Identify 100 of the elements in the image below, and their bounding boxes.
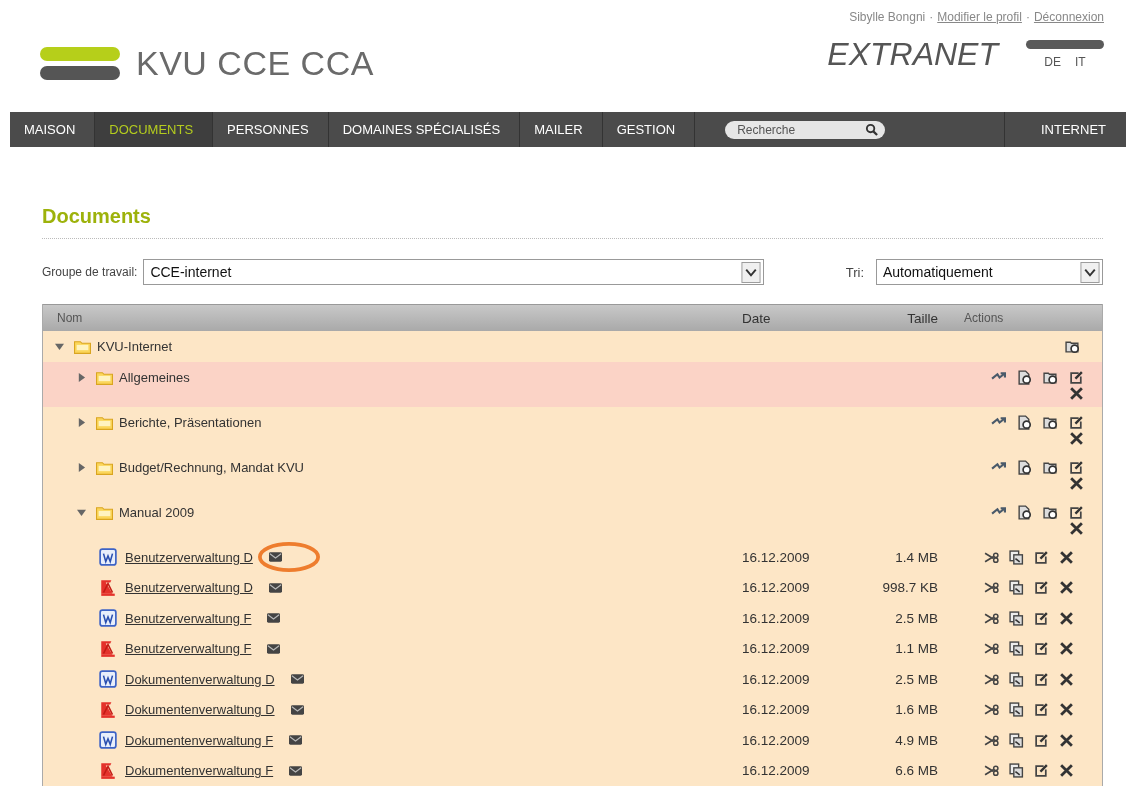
sort-dropdown[interactable]: Automatiquement bbox=[876, 259, 1103, 285]
language-link[interactable]: DE bbox=[1044, 55, 1061, 69]
copy-icon[interactable] bbox=[1009, 671, 1024, 687]
add-folder-icon[interactable] bbox=[1065, 339, 1080, 354]
folder-name[interactable]: Manual 2009 bbox=[119, 505, 195, 520]
edit-icon[interactable] bbox=[1034, 671, 1049, 687]
mail-icon[interactable] bbox=[289, 735, 303, 746]
copy-icon[interactable] bbox=[1009, 549, 1024, 565]
edit-icon[interactable] bbox=[1034, 732, 1049, 748]
delete-icon[interactable] bbox=[1069, 521, 1084, 536]
copy-icon[interactable] bbox=[1009, 641, 1024, 657]
folder-row[interactable]: Manual 2009 bbox=[43, 497, 1102, 542]
folder-name[interactable]: KVU-Internet bbox=[97, 339, 173, 354]
folder-name[interactable]: Budget/Rechnung, Mandat KVU bbox=[119, 460, 304, 475]
mail-icon[interactable] bbox=[290, 704, 304, 715]
document-link[interactable]: Dokumentenverwaltung F bbox=[125, 732, 274, 748]
nav-tab[interactable]: GESTION bbox=[602, 112, 696, 147]
document-row[interactable]: Benutzerverwaltung F 16.12.2009 1.1 MB bbox=[43, 633, 1102, 664]
delete-icon[interactable] bbox=[1059, 763, 1074, 779]
document-row[interactable]: Dokumentenverwaltung D 16.12.2009 2.5 MB bbox=[43, 664, 1102, 695]
copy-icon[interactable] bbox=[1009, 763, 1024, 779]
scissors-icon[interactable] bbox=[984, 732, 999, 748]
edit-icon[interactable] bbox=[1069, 505, 1084, 520]
nav-tab[interactable]: DOCUMENTS bbox=[95, 112, 214, 147]
edit-icon[interactable] bbox=[1034, 641, 1049, 657]
mail-icon[interactable] bbox=[268, 552, 282, 563]
document-row[interactable]: Benutzerverwaltung D 16.12.2009 998.7 KB bbox=[43, 572, 1102, 603]
folder-row[interactable]: KVU-Internet bbox=[43, 331, 1102, 362]
nav-tab[interactable]: PERSONNES bbox=[213, 112, 329, 147]
user-link[interactable]: Déconnexion bbox=[1033, 10, 1104, 24]
add-folder-icon[interactable] bbox=[1043, 460, 1058, 475]
user-link[interactable]: Modifier le profil bbox=[937, 10, 1022, 24]
scissors-icon[interactable] bbox=[984, 580, 999, 596]
copy-icon[interactable] bbox=[1009, 580, 1024, 596]
document-row[interactable]: Dokumentenverwaltung D 16.12.2009 1.6 MB bbox=[43, 694, 1102, 725]
mail-icon[interactable] bbox=[268, 582, 282, 593]
copy-icon[interactable] bbox=[1009, 732, 1024, 748]
copy-icon[interactable] bbox=[1009, 610, 1024, 626]
delete-icon[interactable] bbox=[1059, 732, 1074, 748]
document-link[interactable]: Benutzerverwaltung F bbox=[125, 641, 252, 657]
add-folder-icon[interactable] bbox=[1043, 505, 1058, 520]
document-link[interactable]: Benutzerverwaltung D bbox=[125, 549, 253, 565]
delete-icon[interactable] bbox=[1059, 641, 1074, 657]
selected-folder-row[interactable]: Allgemeines bbox=[43, 362, 1102, 407]
scissors-icon[interactable] bbox=[984, 641, 999, 657]
mail-icon[interactable] bbox=[267, 643, 281, 654]
edit-icon[interactable] bbox=[1034, 549, 1049, 565]
search-icon[interactable] bbox=[865, 123, 879, 136]
nav-tab[interactable]: DOMAINES SPÉCIALISÉS bbox=[328, 112, 521, 147]
delete-icon[interactable] bbox=[1069, 386, 1084, 401]
edit-icon[interactable] bbox=[1034, 702, 1049, 718]
document-link[interactable]: Benutzerverwaltung F bbox=[125, 610, 252, 626]
expand-arrow-icon[interactable] bbox=[77, 463, 86, 472]
scissors-icon[interactable] bbox=[984, 549, 999, 565]
collapse-arrow-icon[interactable] bbox=[77, 508, 86, 517]
edit-icon[interactable] bbox=[1034, 763, 1049, 779]
workgroup-dropdown[interactable]: CCE-internet bbox=[143, 259, 765, 285]
add-document-icon[interactable] bbox=[1017, 415, 1032, 430]
document-link[interactable]: Dokumentenverwaltung F bbox=[125, 763, 274, 779]
expand-arrow-icon[interactable] bbox=[77, 373, 86, 382]
document-row[interactable]: Dokumentenverwaltung F 16.12.2009 6.6 MB bbox=[43, 755, 1102, 786]
edit-icon[interactable] bbox=[1069, 415, 1084, 430]
folder-row[interactable]: Budget/Rechnung, Mandat KVU bbox=[43, 452, 1102, 497]
nav-tab[interactable]: MAILER bbox=[520, 112, 603, 147]
delete-icon[interactable] bbox=[1059, 702, 1074, 718]
edit-icon[interactable] bbox=[1034, 580, 1049, 596]
edit-icon[interactable] bbox=[1069, 460, 1084, 475]
document-row[interactable]: Benutzerverwaltung D 16.12.2009 1.4 MB bbox=[43, 542, 1102, 573]
expand-arrow-icon[interactable] bbox=[77, 418, 86, 427]
add-document-icon[interactable] bbox=[1017, 505, 1032, 520]
scissors-icon[interactable] bbox=[984, 610, 999, 626]
add-document-icon[interactable] bbox=[1017, 370, 1032, 385]
document-link[interactable]: Benutzerverwaltung D bbox=[125, 580, 253, 596]
mail-icon[interactable] bbox=[289, 765, 303, 776]
folder-name[interactable]: Berichte, Präsentationen bbox=[119, 415, 262, 430]
nav-link[interactable]: INTERNET bbox=[1005, 112, 1126, 147]
search-field[interactable]: Recherche bbox=[725, 120, 886, 139]
edit-icon[interactable] bbox=[1069, 370, 1084, 385]
add-document-icon[interactable] bbox=[1017, 460, 1032, 475]
document-link[interactable]: Dokumentenverwaltung D bbox=[125, 702, 275, 718]
folder-row[interactable]: Berichte, Präsentationen bbox=[43, 407, 1102, 452]
scissors-icon[interactable] bbox=[984, 702, 999, 718]
add-folder-icon[interactable] bbox=[1043, 415, 1058, 430]
folder-name[interactable]: Allgemeines bbox=[119, 370, 190, 385]
copy-icon[interactable] bbox=[1009, 702, 1024, 718]
language-link[interactable]: IT bbox=[1075, 55, 1086, 69]
mail-icon[interactable] bbox=[267, 613, 281, 624]
delete-icon[interactable] bbox=[1069, 476, 1084, 491]
mail-icon[interactable] bbox=[290, 674, 304, 685]
delete-icon[interactable] bbox=[1059, 580, 1074, 596]
add-folder-icon[interactable] bbox=[1043, 370, 1058, 385]
delete-icon[interactable] bbox=[1059, 610, 1074, 626]
delete-icon[interactable] bbox=[1059, 549, 1074, 565]
edit-icon[interactable] bbox=[1034, 610, 1049, 626]
document-link[interactable]: Dokumentenverwaltung D bbox=[125, 671, 275, 687]
scissors-icon[interactable] bbox=[984, 763, 999, 779]
document-row[interactable]: Dokumentenverwaltung F 16.12.2009 4.9 MB bbox=[43, 725, 1102, 756]
document-row[interactable]: Benutzerverwaltung F 16.12.2009 2.5 MB bbox=[43, 603, 1102, 634]
collapse-arrow-icon[interactable] bbox=[55, 342, 64, 351]
scissors-icon[interactable] bbox=[984, 671, 999, 687]
